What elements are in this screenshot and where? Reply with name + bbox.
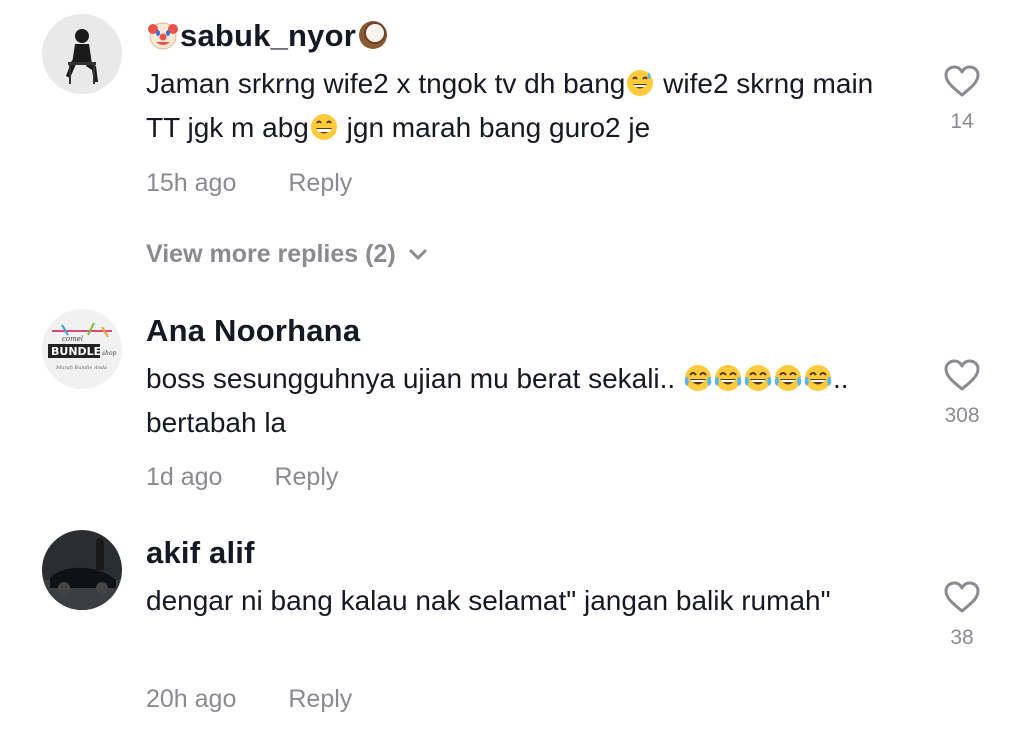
reply-button[interactable]: Reply bbox=[288, 169, 352, 197]
like-button[interactable]: 38 bbox=[934, 580, 990, 650]
comment-username[interactable]: Ana Noorhana bbox=[146, 311, 360, 351]
comment-meta: 20h ago Reply bbox=[146, 685, 352, 714]
avatar[interactable] bbox=[42, 14, 122, 94]
view-more-replies-button[interactable]: View more replies (2) bbox=[146, 240, 428, 269]
tears-of-joy-icon bbox=[803, 362, 833, 392]
heart-icon bbox=[944, 581, 980, 613]
sweat-smile-icon bbox=[625, 67, 655, 97]
comment-text: dengar ni bang kalau nak selamat" jangan… bbox=[146, 585, 831, 616]
avatar-logo-text-main: BUNDLE bbox=[51, 345, 101, 358]
username-text: sabuk_nyor bbox=[180, 18, 357, 53]
like-count: 38 bbox=[950, 626, 974, 649]
heart-icon bbox=[944, 359, 980, 391]
comment-meta: 15h ago Reply bbox=[146, 169, 352, 198]
comment-username[interactable]: sabuk_nyor bbox=[146, 16, 390, 56]
view-more-label: View more replies (2) bbox=[146, 240, 396, 268]
reply-button[interactable]: Reply bbox=[274, 463, 338, 491]
coconut-icon bbox=[356, 18, 390, 52]
comment-time: 1d ago bbox=[146, 463, 223, 491]
comment-text: Jaman srkrng wife2 x tngok tv dh bang wi… bbox=[146, 67, 874, 143]
clown-face-icon bbox=[146, 18, 180, 52]
avatar[interactable] bbox=[42, 530, 122, 610]
like-button[interactable]: 308 bbox=[934, 358, 990, 428]
grin-icon bbox=[309, 111, 339, 141]
comment-time: 15h ago bbox=[146, 169, 237, 197]
avatar-logo-text-top: comel bbox=[62, 335, 83, 343]
comment-username[interactable]: akif alif bbox=[146, 533, 255, 573]
comment-meta: 1d ago Reply bbox=[146, 463, 338, 492]
like-count: 308 bbox=[944, 404, 980, 427]
tears-of-joy-icon bbox=[713, 362, 743, 392]
tears-of-joy-icon bbox=[773, 362, 803, 392]
chevron-down-icon bbox=[409, 249, 427, 260]
tears-of-joy-icon bbox=[743, 362, 773, 392]
like-count: 14 bbox=[950, 110, 974, 133]
heart-icon bbox=[944, 65, 980, 97]
tears-of-joy-icon bbox=[683, 362, 713, 392]
reply-button[interactable]: Reply bbox=[288, 685, 352, 713]
avatar-logo-text-bottom: Murah Bundle Anda bbox=[55, 365, 107, 371]
avatar-logo-text-side: shop bbox=[102, 350, 117, 357]
comment-time: 20h ago bbox=[146, 685, 237, 713]
avatar[interactable]: comel BUNDLE shop Murah Bundle Anda bbox=[42, 309, 122, 389]
comment-text: boss sesungguhnya ujian mu berat sekali.… bbox=[146, 362, 849, 438]
like-button[interactable]: 14 bbox=[934, 64, 990, 134]
